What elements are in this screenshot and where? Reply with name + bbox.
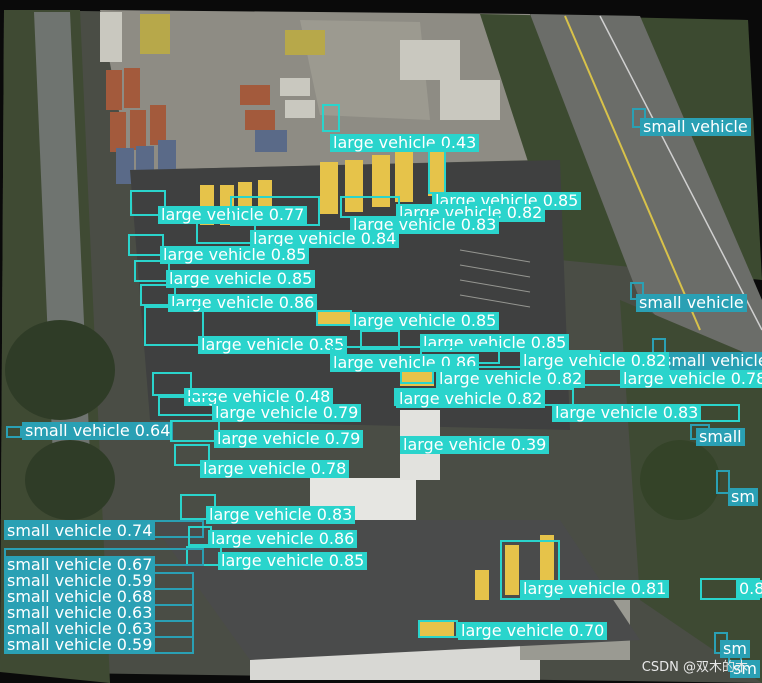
detection-label: small vehicle [660,352,762,370]
detection-label: large vehicle 0.82 [396,390,546,408]
detection-box [170,420,220,442]
detection-label: small vehicle 0.74 [4,522,156,540]
detection-label: large vehicle 0.39 [400,436,550,454]
detection-box [158,396,218,416]
detection-label: large vehicle 0.79 [212,404,362,422]
detection-box [322,104,340,132]
detection-box [128,234,164,256]
detection-label: large vehicle 0.86 [208,530,358,548]
detection-box [144,306,204,346]
detection-label: large vehicle 0.78 [200,460,350,478]
detection-label: sm [728,488,758,506]
detection-label: large vehicle 0.85 [166,270,316,288]
detection-label: large vehicle 0.85 [160,246,310,264]
detection-label: large vehicle 0.85 [350,312,500,330]
detection-box [428,146,446,194]
detection-label: large vehicle 0.78 [620,370,762,388]
detection-label: large vehicle 0.43 [330,134,480,152]
detection-label: small vehicle [636,294,747,312]
detection-box [400,368,434,384]
detection-box [196,220,256,244]
detection-label: small [696,428,745,446]
detection-box [340,196,400,218]
detection-box [6,426,22,438]
detection-box [316,310,352,326]
detection-label: small vehicle 0.59 [4,636,156,654]
detection-label: large vehicle 0.83 [206,506,356,524]
watermark-text: CSDN @双木的木 [641,660,748,675]
detection-label: large vehicle 0.85 [198,336,348,354]
detection-label: small vehicle 0.64 [22,422,174,440]
detection-label: 0.81 [736,580,762,598]
detection-result-image: large vehicle 0.43 small vehicle large veh… [0,0,762,683]
detection-box [418,620,458,638]
detection-label: large vehicle 0.81 [520,580,670,598]
detection-label: small vehicle [640,118,751,136]
detection-label: large vehicle 0.79 [214,430,364,448]
detection-label: large vehicle 0.70 [458,622,608,640]
detection-label: large vehicle 0.83 [552,404,702,422]
detection-label: large vehicle 0.85 [218,552,368,570]
detection-box [134,260,170,282]
